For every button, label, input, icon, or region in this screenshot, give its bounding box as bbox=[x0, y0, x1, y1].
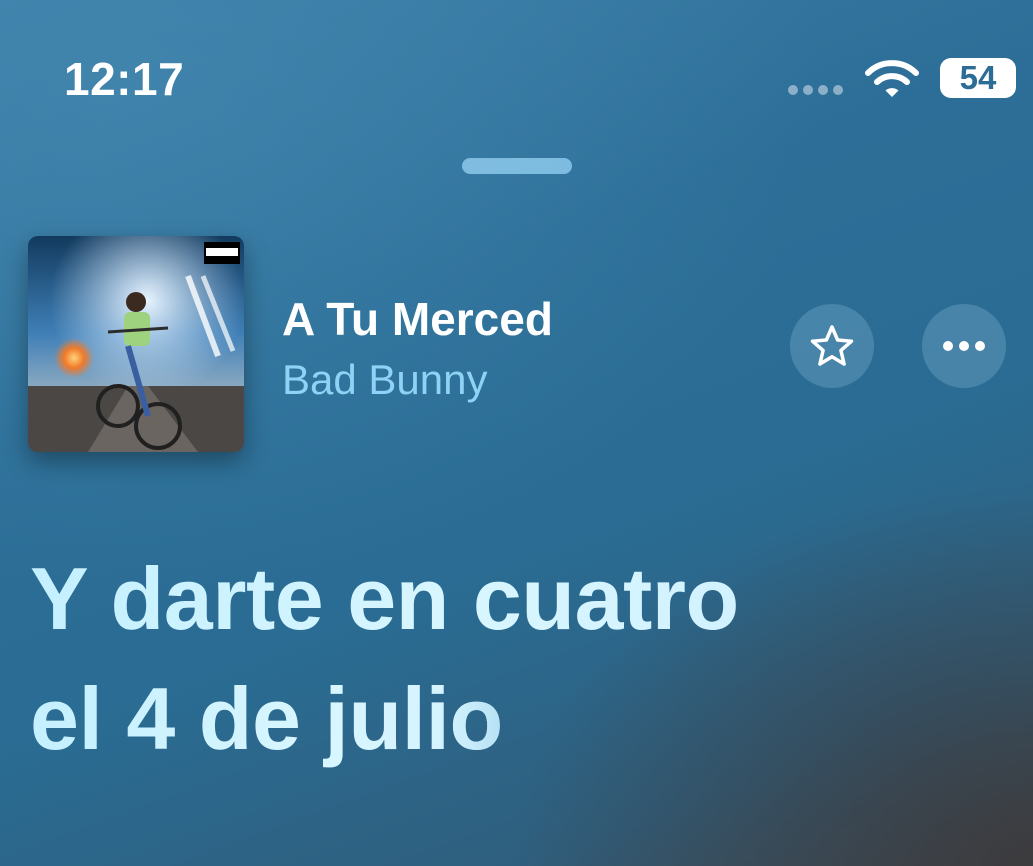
lyric-line-next[interactable]: el 4 de julio bbox=[30, 668, 503, 770]
lyric-line-current[interactable]: Y darte en cuatro bbox=[30, 548, 739, 650]
battery-level: 54 bbox=[959, 59, 997, 96]
album-art[interactable] bbox=[28, 236, 244, 452]
star-icon bbox=[810, 325, 854, 366]
sheet-grabber[interactable] bbox=[462, 158, 572, 174]
more-options-button[interactable] bbox=[922, 304, 1006, 388]
favorite-button[interactable] bbox=[790, 304, 874, 388]
track-artist[interactable]: Bad Bunny bbox=[282, 356, 488, 404]
cellular-signal-icon bbox=[788, 85, 843, 95]
track-title: A Tu Merced bbox=[282, 293, 553, 345]
ellipsis-icon bbox=[943, 341, 985, 351]
album-cover-image bbox=[28, 236, 244, 452]
battery-icon: 54 bbox=[940, 58, 1016, 98]
wifi-icon bbox=[865, 60, 919, 97]
lyric-line-next-fading-text: o bbox=[449, 669, 503, 768]
status-time: 12:17 bbox=[64, 53, 185, 105]
lyric-line-next-text: el 4 de juli bbox=[30, 669, 450, 768]
